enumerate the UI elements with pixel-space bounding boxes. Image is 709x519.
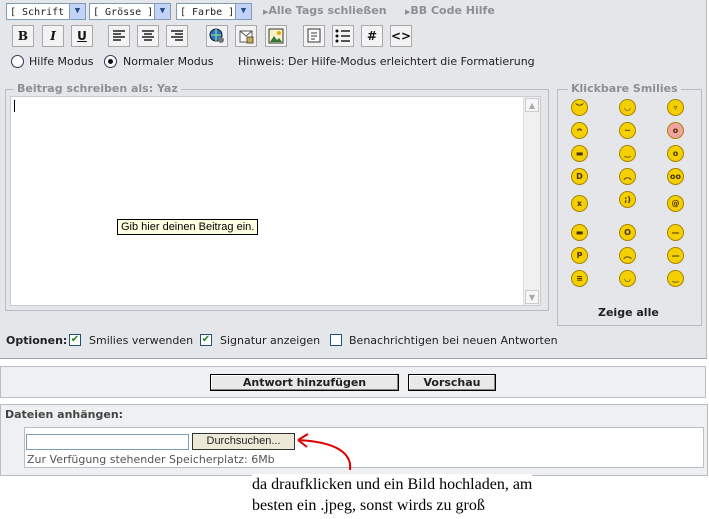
smiley-smile-icon[interactable]: ◡ bbox=[619, 99, 636, 116]
smiley-worried-icon[interactable]: ︵ bbox=[619, 247, 636, 264]
smiley-embarrassed-icon[interactable]: o bbox=[667, 122, 684, 139]
hash-label: # bbox=[366, 29, 378, 43]
bold-label: B bbox=[17, 29, 29, 43]
annotation-line-2: besten ein .jpeg, sonst wirds zu groß bbox=[252, 497, 485, 514]
quote-button[interactable] bbox=[303, 25, 325, 47]
smiley-shocked-icon[interactable]: O bbox=[619, 224, 636, 241]
bold-button[interactable]: B bbox=[12, 25, 34, 47]
bbcode-help-label: BB Code Hilfe bbox=[410, 4, 495, 17]
help-mode-label: Hilfe Modus bbox=[29, 55, 94, 68]
chevron-down-icon: ▼ bbox=[69, 4, 85, 19]
signature-checkbox[interactable]: ✔ bbox=[200, 334, 212, 346]
editor-legend: Beitrag schreiben als: Yaz bbox=[14, 82, 181, 95]
underline-label: U bbox=[77, 29, 87, 43]
options-label: Optionen: bbox=[6, 334, 68, 347]
bbcode-help-link[interactable]: ▶BB Code Hilfe bbox=[405, 4, 495, 17]
smiley-sunglasses-icon[interactable]: ▬ bbox=[571, 224, 588, 241]
red-arrow-icon bbox=[297, 433, 352, 471]
code-label: <> bbox=[391, 29, 412, 43]
globe-link-icon bbox=[209, 28, 224, 43]
color-select-value: [ Farbe ] bbox=[180, 7, 235, 18]
text-cursor bbox=[14, 100, 15, 112]
quote-icon bbox=[307, 28, 321, 43]
size-select[interactable]: [ Grösse ] ▼ bbox=[89, 3, 171, 20]
smilies-checkbox[interactable]: ✔ bbox=[69, 334, 81, 346]
image-icon bbox=[268, 28, 284, 44]
smiley-grimace-icon[interactable]: ≡ bbox=[571, 270, 588, 287]
smiley-cool-icon[interactable]: ▬ bbox=[571, 145, 588, 162]
annotation-note: da draufklicken und ein Bild hochladen, … bbox=[252, 474, 533, 516]
smiley-smirk-icon[interactable]: ‿ bbox=[667, 270, 684, 287]
insert-email-button[interactable] bbox=[235, 25, 257, 47]
scroll-down-icon[interactable]: ▼ bbox=[525, 290, 539, 304]
bullet-list-icon bbox=[335, 29, 350, 43]
attachments-heading: Dateien anhängen: bbox=[5, 408, 124, 421]
smiley-grin-icon[interactable]: ▿ bbox=[667, 99, 684, 116]
align-right-button[interactable] bbox=[166, 25, 188, 47]
message-textarea[interactable]: ▲ ▼ bbox=[10, 96, 541, 306]
mode-hint: Hinweis: Der Hilfe-Modus erleichtert die… bbox=[238, 55, 535, 68]
smiley-sad-icon[interactable]: ︶ bbox=[571, 99, 588, 116]
file-path-input[interactable] bbox=[26, 434, 189, 450]
smiley-annoyed-icon[interactable]: — bbox=[667, 247, 684, 264]
help-mode-radio[interactable] bbox=[11, 55, 24, 68]
list-button[interactable] bbox=[332, 25, 354, 47]
annotation-line-1: da draufklicken und ein Bild hochladen, … bbox=[252, 476, 533, 493]
align-right-icon bbox=[171, 30, 183, 41]
size-select-value: [ Grösse ] bbox=[93, 7, 154, 18]
smiley-unsure-icon[interactable]: ‿ bbox=[619, 145, 636, 162]
smiley-happy-icon[interactable]: ◡ bbox=[619, 270, 636, 287]
storage-quota-text: Zur Verfügung stehender Speicherplatz: 6… bbox=[27, 453, 275, 466]
font-select-value: [ Schrift ] bbox=[10, 7, 77, 18]
smilies-legend: Klickbare Smilies bbox=[568, 82, 681, 95]
color-select[interactable]: [ Farbe ] ▼ bbox=[176, 3, 252, 20]
show-all-smilies-link[interactable]: Zeige alle bbox=[598, 306, 659, 319]
align-center-icon bbox=[142, 30, 154, 41]
notify-checkbox[interactable] bbox=[330, 334, 342, 346]
notify-checkbox-label: Benachrichtigen bei neuen Antworten bbox=[349, 334, 558, 347]
italic-button[interactable]: I bbox=[42, 25, 64, 47]
signature-checkbox-label: Signatur anzeigen bbox=[220, 334, 321, 347]
email-icon bbox=[239, 30, 254, 44]
textarea-scrollbar[interactable]: ▲ ▼ bbox=[523, 97, 540, 305]
smiley-surprised-icon[interactable]: o bbox=[667, 145, 684, 162]
smiley-neutral-icon[interactable]: — bbox=[667, 224, 684, 241]
smiley-confused-icon[interactable]: ~ bbox=[619, 122, 636, 139]
code-button[interactable]: <> bbox=[390, 25, 412, 47]
browse-button[interactable]: Durchsuchen... bbox=[192, 433, 295, 450]
underline-button[interactable]: U bbox=[71, 25, 93, 47]
close-tags-link[interactable]: ▶Alle Tags schließen bbox=[263, 4, 387, 17]
smiley-frown-icon[interactable]: ︵ bbox=[619, 168, 636, 185]
insert-link-button[interactable] bbox=[206, 25, 228, 47]
hash-button[interactable]: # bbox=[361, 25, 383, 47]
preview-button[interactable]: Vorschau bbox=[408, 374, 496, 391]
chevron-down-icon: ▼ bbox=[235, 4, 251, 19]
align-left-icon bbox=[113, 30, 125, 41]
smiley-dizzy-icon[interactable]: @ bbox=[667, 195, 684, 212]
normal-mode-label: Normaler Modus bbox=[123, 55, 214, 68]
close-tags-label: Alle Tags schließen bbox=[268, 4, 387, 17]
font-select[interactable]: [ Schrift ] ▼ bbox=[6, 3, 86, 20]
smilies-checkbox-label: Smilies verwenden bbox=[89, 334, 194, 347]
smiley-wink-icon[interactable]: ;) bbox=[619, 191, 636, 208]
editor-tooltip: Gib hier deinen Beitrag ein. bbox=[117, 219, 259, 235]
insert-image-button[interactable] bbox=[265, 25, 287, 47]
normal-mode-radio[interactable] bbox=[104, 55, 117, 68]
smiley-angry-icon[interactable]: ᴖ bbox=[571, 122, 588, 139]
smiley-laugh-icon[interactable]: D bbox=[571, 168, 588, 185]
scroll-up-icon[interactable]: ▲ bbox=[525, 98, 539, 112]
smiley-dead-icon[interactable]: x bbox=[571, 195, 588, 212]
align-left-button[interactable] bbox=[108, 25, 130, 47]
smiley-tongue-icon[interactable]: P bbox=[571, 247, 588, 264]
align-center-button[interactable] bbox=[137, 25, 159, 47]
submit-reply-button[interactable]: Antwort hinzufügen bbox=[210, 374, 399, 391]
chevron-down-icon: ▼ bbox=[154, 4, 170, 19]
italic-label: I bbox=[50, 29, 56, 43]
smiley-rolleyes-icon[interactable]: oo bbox=[667, 168, 684, 185]
